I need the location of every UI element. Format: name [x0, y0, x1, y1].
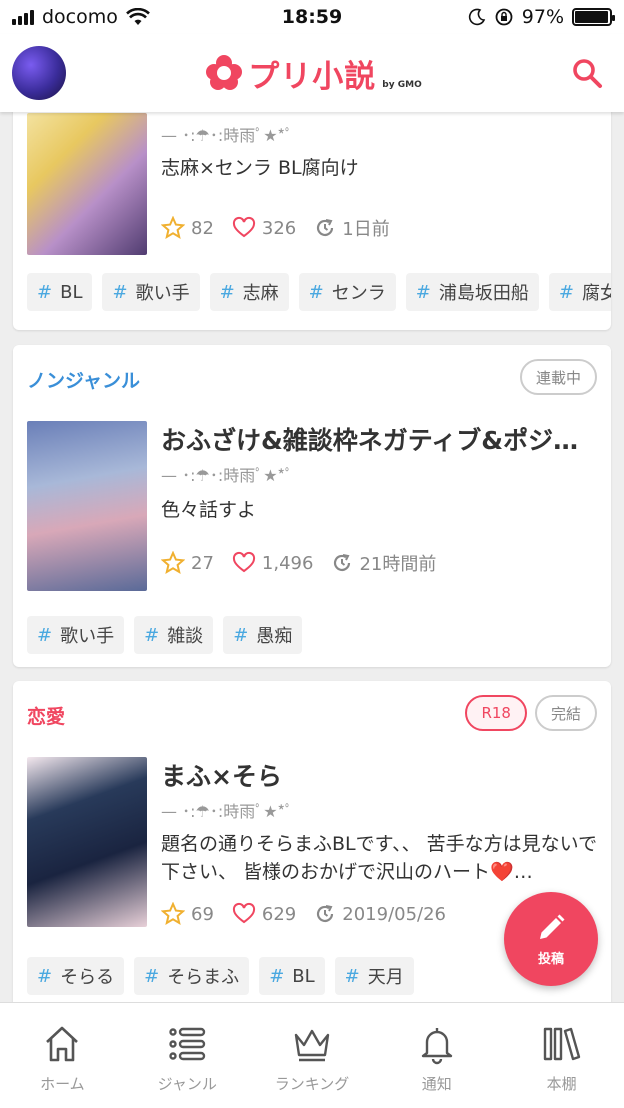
battery-percent: 97%: [521, 6, 564, 28]
like-count: 629: [261, 903, 297, 925]
author-name[interactable]: — ･:☂･:時雨ﾟ★*ﾟ: [161, 798, 293, 822]
tag-chip[interactable]: # 雑談: [134, 616, 214, 654]
novel-description: 色々話すよ: [161, 499, 257, 521]
star-icon: [161, 216, 185, 240]
tab-label: ジャンル: [157, 1075, 217, 1093]
novel-cover-image[interactable]: [27, 421, 147, 591]
star-count: 82: [191, 217, 214, 239]
novel-feed[interactable]: — ･:☂･:時雨ﾟ★*ﾟ 志麻×センラ BL腐向け 82 326 1日前 # B…: [0, 112, 624, 1002]
pencil-icon: [540, 914, 565, 939]
genre-label[interactable]: 恋愛: [27, 702, 65, 729]
novel-card[interactable]: ノンジャンル 連載中 おふざけ&雑談枠ネガティブ&ポジティブ — ･:☂･:時雨…: [13, 345, 611, 667]
like-count: 1,496: [261, 552, 314, 574]
novel-stats: 27 1,496 21時間前: [161, 550, 454, 576]
tab-label: 本棚: [546, 1075, 577, 1093]
tab-label: ホーム: [40, 1075, 85, 1093]
genre-label[interactable]: ノンジャンル: [27, 366, 140, 393]
author-name[interactable]: — ･:☂･:時雨ﾟ★*ﾟ: [161, 122, 293, 146]
tag-list: #BL #歌い手 #志麻 #センラ #浦島坂田船 #腐女子: [27, 273, 611, 311]
novel-description: 題名の通りそらまふBLです、、 苦手な方は見ないで下さい、 皆様のおかげで沢山の…: [161, 833, 598, 883]
bottom-tab-bar: ホーム ジャンル ランキング 通知 本棚: [0, 1002, 624, 1108]
tag-chip[interactable]: # センラ: [298, 273, 396, 311]
tag-chip[interactable]: # 歌い手: [102, 273, 200, 311]
crown-icon: [294, 1029, 330, 1062]
novel-cover-image[interactable]: [27, 757, 147, 927]
novel-card[interactable]: — ･:☂･:時雨ﾟ★*ﾟ 志麻×センラ BL腐向け 82 326 1日前 # B…: [13, 112, 611, 330]
tab-bookshelf[interactable]: 本棚: [499, 1003, 624, 1108]
search-button[interactable]: [562, 48, 612, 98]
rotation-lock-icon: [495, 8, 513, 26]
tag-chip[interactable]: # そらまふ: [134, 957, 250, 995]
app-logo[interactable]: プリ小説 by GMO: [206, 51, 422, 96]
heart-icon: [232, 902, 255, 924]
carrier-label: docomo: [42, 6, 118, 28]
post-label: 投稿: [537, 951, 564, 967]
list-icon: [169, 1027, 206, 1061]
tag-chip[interactable]: # 志麻: [209, 273, 289, 311]
avatar[interactable]: [12, 46, 66, 100]
novel-title[interactable]: まふ×そら: [161, 757, 581, 793]
clock: 18:59: [281, 6, 343, 28]
novel-stats: 69 629 2019/05/26: [161, 902, 464, 926]
home-icon: [46, 1026, 79, 1062]
tag-chip[interactable]: #腐女子: [548, 273, 611, 311]
signal-icon: [12, 9, 34, 25]
moon-icon: [468, 8, 485, 26]
novel-stats: 82 326 1日前: [161, 215, 408, 241]
novel-description: 志麻×センラ BL腐向け: [161, 157, 359, 179]
wifi-icon: [125, 8, 150, 25]
tag-chip[interactable]: # BL: [259, 957, 325, 995]
tag-chip[interactable]: # 歌い手: [27, 616, 125, 654]
tab-label: 通知: [421, 1075, 452, 1093]
status-bar: docomo 18:59 97%: [0, 0, 624, 34]
update-clock-icon: [317, 219, 334, 237]
bookshelf-icon: [543, 1027, 580, 1061]
novel-title[interactable]: おふざけ&雑談枠ネガティブ&ポジティブ: [161, 421, 581, 457]
app-header: プリ小説 by GMO: [0, 34, 624, 112]
update-clock-icon: [334, 554, 351, 572]
tag-chip[interactable]: # BL: [27, 273, 93, 311]
heart-icon: [232, 551, 255, 573]
bell-icon: [421, 1028, 452, 1065]
heart-icon: [232, 216, 255, 238]
tag-chip[interactable]: # 天月: [334, 957, 414, 995]
logo-text: プリ小説: [248, 58, 377, 95]
logo-by-gmo: by GMO: [382, 79, 422, 90]
flower-logo-icon: [206, 55, 243, 91]
tab-genre[interactable]: ジャンル: [125, 1003, 250, 1108]
novel-cover-image[interactable]: [27, 113, 147, 255]
battery-icon: [572, 8, 615, 26]
tag-chip[interactable]: # 浦島坂田船: [405, 273, 539, 311]
update-clock-icon: [317, 905, 334, 923]
tab-notifications[interactable]: 通知: [374, 1003, 499, 1108]
star-icon: [161, 902, 185, 926]
star-icon: [161, 551, 185, 575]
post-button[interactable]: 投稿: [504, 892, 598, 986]
author-name[interactable]: — ･:☂･:時雨ﾟ★*ﾟ: [161, 462, 293, 486]
updated-time: 21時間前: [359, 554, 437, 575]
updated-time: 2019/05/26: [342, 903, 447, 925]
updated-time: 1日前: [342, 219, 390, 240]
tab-label: ランキング: [274, 1075, 350, 1093]
tab-home[interactable]: ホーム: [0, 1003, 125, 1108]
r18-badge: R18: [465, 695, 527, 731]
star-count: 69: [191, 903, 214, 925]
tag-chip[interactable]: # そらる: [27, 957, 125, 995]
status-badge: 連載中: [519, 359, 597, 395]
search-icon: [573, 59, 602, 88]
star-count: 27: [191, 552, 214, 574]
tag-chip[interactable]: # 愚痴: [223, 616, 303, 654]
tab-ranking[interactable]: ランキング: [250, 1003, 375, 1108]
like-count: 326: [261, 217, 297, 239]
status-badge: 完結: [534, 695, 597, 731]
tag-list: # 歌い手 # 雑談 # 愚痴: [27, 616, 611, 654]
